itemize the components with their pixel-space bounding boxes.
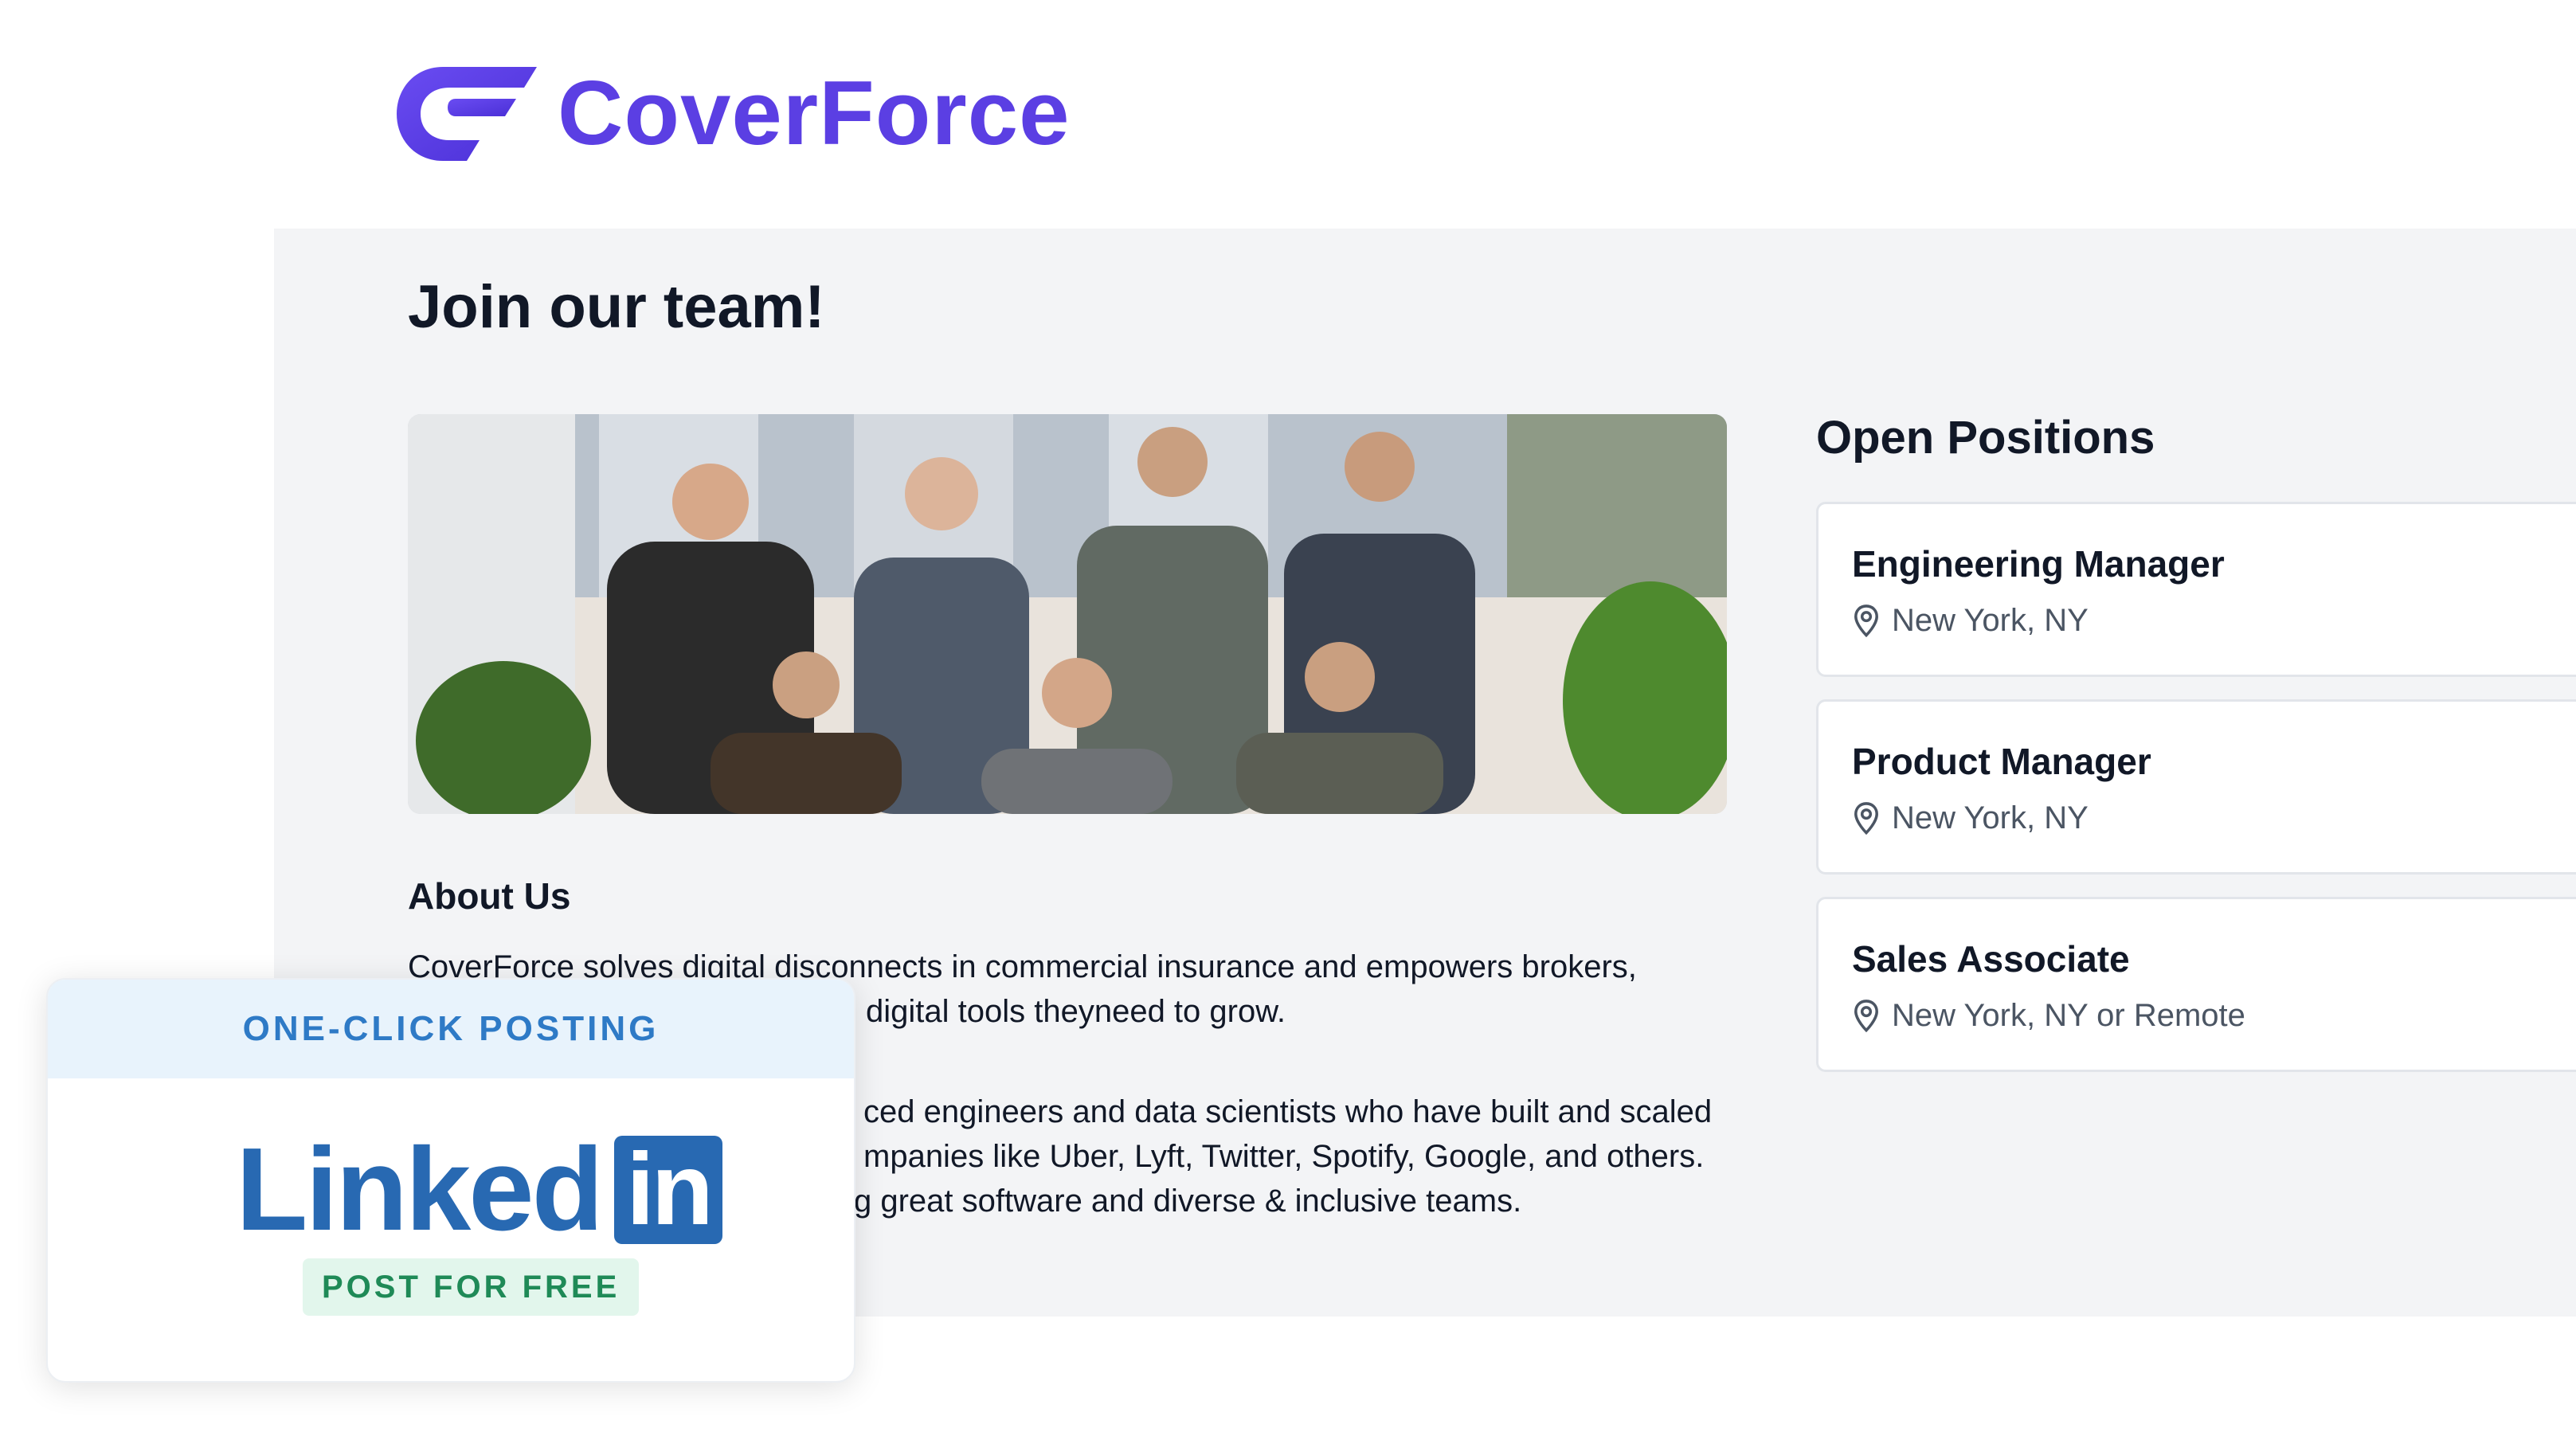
post-for-free-badge[interactable]: POST FOR FREE <box>303 1258 640 1316</box>
page-title: Join our team! <box>408 273 825 341</box>
linkedin-wordmark: Linked <box>236 1124 604 1255</box>
position-card-product-manager[interactable]: Product Manager New York, NY <box>1816 699 2576 875</box>
position-card-sales-associate[interactable]: Sales Associate New York, NY or Remote <box>1816 897 2576 1072</box>
position-location-text: New York, NY or Remote <box>1892 998 2245 1033</box>
linkedin-in-icon: in <box>613 1136 722 1244</box>
one-click-posting-banner: ONE-CLICK POSTING <box>48 980 854 1078</box>
brand-logo[interactable]: CoverForce <box>397 67 1071 161</box>
about-title: About Us <box>408 875 571 917</box>
position-location: New York, NY <box>1852 603 2089 639</box>
position-location: New York, NY <box>1852 800 2089 836</box>
brand-name: CoverForce <box>558 63 1071 164</box>
one-click-posting-card[interactable]: ONE-CLICK POSTING Linked in POST FOR FRE… <box>46 978 855 1383</box>
map-pin-icon <box>1854 604 1878 637</box>
team-photo <box>408 414 1727 814</box>
position-location: New York, NY or Remote <box>1852 998 2245 1034</box>
position-card-engineering-manager[interactable]: Engineering Manager New York, NY <box>1816 502 2576 677</box>
map-pin-icon <box>1854 999 1878 1032</box>
position-title: Product Manager <box>1852 741 2151 782</box>
position-title: Engineering Manager <box>1852 543 2225 585</box>
position-location-text: New York, NY <box>1892 800 2089 835</box>
open-positions-title: Open Positions <box>1816 412 2155 464</box>
position-title: Sales Associate <box>1852 938 2130 980</box>
coverforce-logo-icon <box>397 67 537 161</box>
linkedin-logo: Linked in <box>236 1131 722 1249</box>
map-pin-icon <box>1854 801 1878 835</box>
position-location-text: New York, NY <box>1892 603 2089 638</box>
